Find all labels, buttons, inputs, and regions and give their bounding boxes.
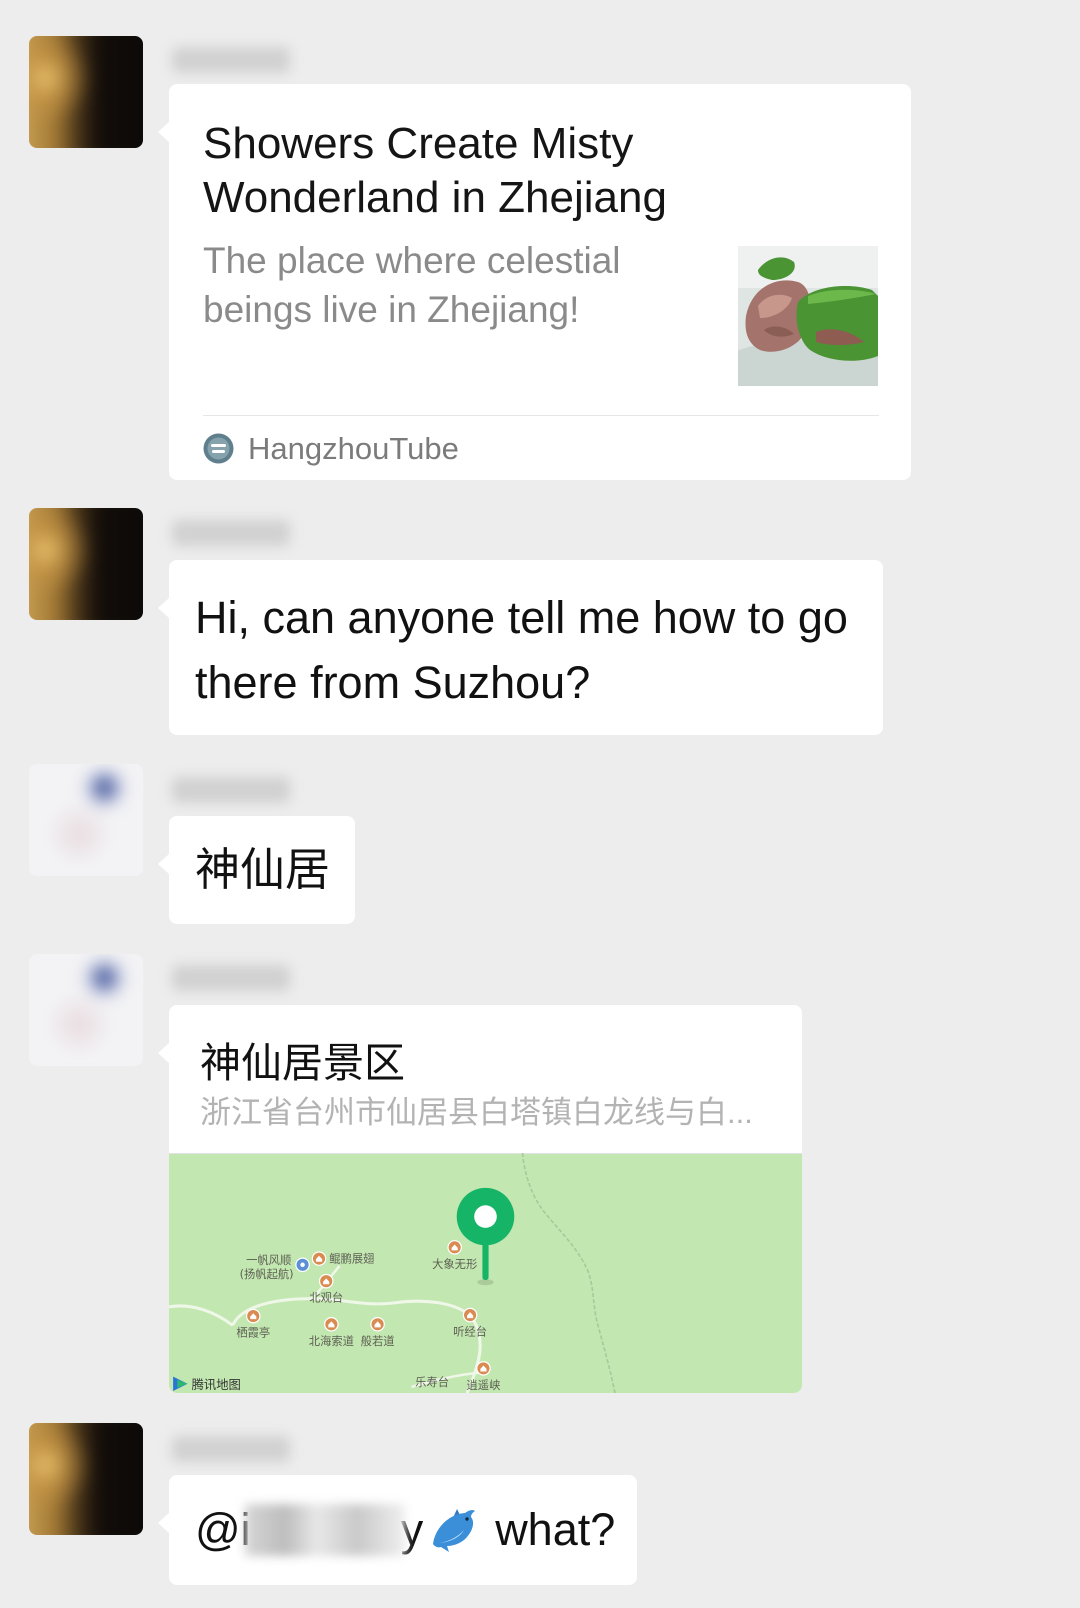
poi-label: 北观台 bbox=[309, 1291, 343, 1305]
poi-scenic-icon bbox=[447, 1240, 462, 1255]
poi-label: 大象无形 bbox=[432, 1257, 477, 1271]
map-provider-label: 腾讯地图 bbox=[192, 1377, 241, 1392]
message-text: Hi, can anyone tell me how to go there f… bbox=[195, 592, 848, 708]
sender-name-blurred bbox=[172, 777, 290, 803]
article-source-name[interactable]: HangzhouTube bbox=[248, 433, 459, 465]
poi-label: 一帆风顺 bbox=[246, 1253, 291, 1267]
location-name: 神仙居景区 bbox=[200, 1040, 405, 1086]
text-message-bubble[interactable]: 神仙居 bbox=[158, 816, 355, 924]
poi-scenic-icon bbox=[462, 1307, 478, 1323]
poi-label: 鲲鹏展翅 bbox=[329, 1252, 374, 1266]
poi-scenic-icon bbox=[476, 1361, 491, 1376]
location-address: 浙江省台州市仙居县白塔镇白龙线与白... bbox=[200, 1095, 753, 1130]
sender-avatar[interactable] bbox=[29, 954, 143, 1066]
map-poi: 乐寿台 bbox=[415, 1375, 449, 1389]
message-text: what? bbox=[495, 1504, 616, 1555]
message-text: 神仙居 bbox=[195, 844, 331, 895]
poi-label: 北海索道 bbox=[309, 1334, 354, 1348]
sender-avatar[interactable] bbox=[29, 1423, 143, 1535]
article-title: Showers Create Misty Wonderland in Zheji… bbox=[203, 119, 667, 222]
map-canvas: 一帆风顺 (扬帆起航) 鲲鹏展翅 北观台 栖霞亭 北海索道 般若道 大象无形 听… bbox=[169, 1153, 802, 1393]
location-card[interactable]: 神仙居景区 浙江省台州市仙居县白塔镇白龙线与白... 一帆风顺 (扬帆起航) 鲲… bbox=[158, 1005, 802, 1393]
dolphin-icon bbox=[433, 1509, 476, 1552]
mention-text-start: @i bbox=[195, 1504, 251, 1555]
poi-label: 逍遥峡 bbox=[467, 1378, 501, 1392]
article-description: The place where celestial beings live in… bbox=[203, 240, 621, 330]
mention-name-blurred bbox=[244, 1502, 405, 1558]
location-map-preview[interactable]: 一帆风顺 (扬帆起航) 鲲鹏展翅 北观台 栖霞亭 北海索道 般若道 大象无形 听… bbox=[169, 1153, 802, 1393]
sender-name-blurred bbox=[172, 520, 290, 546]
poi-scenic-icon bbox=[370, 1317, 385, 1332]
sender-avatar[interactable] bbox=[29, 36, 143, 148]
poi-sublabel: (扬帆起航) bbox=[240, 1267, 294, 1281]
poi-label: 听经台 bbox=[453, 1325, 487, 1339]
text-message-bubble[interactable]: Hi, can anyone tell me how to go there f… bbox=[158, 560, 883, 735]
sender-avatar[interactable] bbox=[29, 764, 143, 876]
chat-message-list: Showers Create Misty Wonderland in Zheji… bbox=[0, 0, 1080, 1608]
map-poi: 鲲鹏展翅 bbox=[311, 1251, 374, 1266]
poi-label: 般若道 bbox=[361, 1334, 395, 1348]
text-message-bubble[interactable]: @i y what? bbox=[158, 1475, 637, 1585]
poi-scenic-icon bbox=[318, 1273, 334, 1289]
sender-name-blurred bbox=[172, 965, 290, 991]
poi-label: 栖霞亭 bbox=[236, 1326, 270, 1340]
poi-scenic-icon bbox=[311, 1251, 327, 1266]
article-thumbnail bbox=[738, 246, 878, 386]
sender-avatar[interactable] bbox=[29, 508, 143, 620]
sender-name-blurred bbox=[172, 47, 290, 73]
divider bbox=[203, 415, 879, 416]
poi-scenic-icon bbox=[245, 1308, 261, 1324]
hangzhoutube-logo-icon bbox=[203, 433, 234, 464]
poi-label: 乐寿台 bbox=[415, 1375, 449, 1389]
poi-location-icon bbox=[295, 1257, 310, 1273]
sender-name-blurred bbox=[172, 1436, 290, 1462]
article-card[interactable]: Showers Create Misty Wonderland in Zheji… bbox=[158, 84, 911, 480]
poi-scenic-icon bbox=[324, 1317, 339, 1332]
